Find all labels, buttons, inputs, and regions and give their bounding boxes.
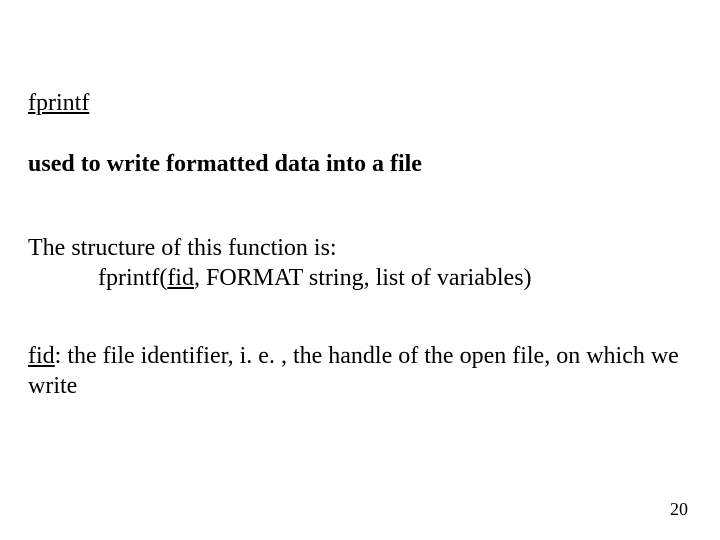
slide: fprintf used to write formatted data int… (0, 0, 720, 540)
fid-description: fid: the file identifier, i. e. , the ha… (28, 341, 692, 401)
structure-fid: fid (167, 265, 194, 291)
slide-title: fprintf (28, 90, 692, 117)
structure-syntax: fprintf(fid, FORMAT string, list of vari… (28, 263, 692, 293)
structure-intro: The structure of this function is: (28, 233, 692, 263)
page-number: 20 (670, 499, 688, 520)
structure-before-fid: fprintf( (98, 265, 167, 291)
subtitle: used to write formatted data into a file (28, 149, 692, 179)
fid-desc-text: : the file identifier, i. e. , the handl… (28, 343, 679, 399)
fid-label: fid (28, 343, 55, 369)
structure-after-fid: , FORMAT string, list of variables) (194, 265, 532, 291)
